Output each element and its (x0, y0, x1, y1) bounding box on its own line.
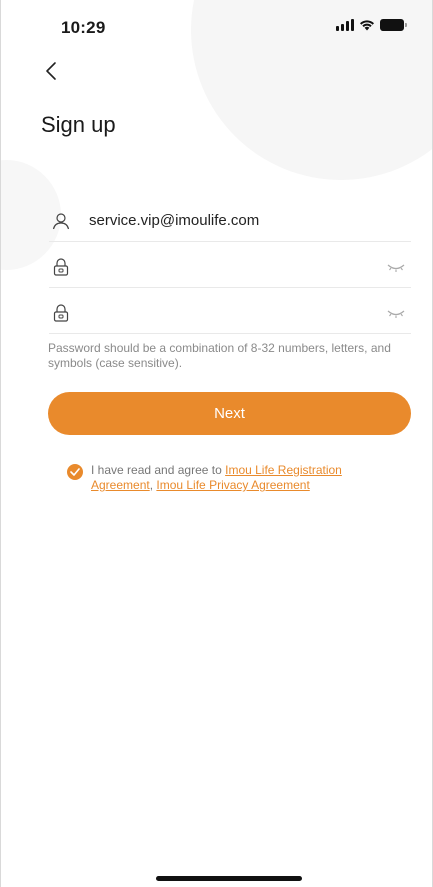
password-hint: Password should be a combination of 8-32… (48, 341, 391, 370)
agreement-prefix: I have read and agree to (91, 463, 226, 477)
lock-icon (51, 257, 71, 277)
checkmark-circle-icon[interactable] (67, 464, 83, 480)
chevron-left-icon[interactable] (41, 58, 63, 84)
status-icons (336, 19, 407, 31)
cellular-signal-icon (336, 19, 354, 31)
battery-icon (380, 19, 407, 31)
eye-closed-icon[interactable] (385, 306, 407, 320)
app-screen: 10:29 Sign up service.vip@imoulife.com P… (0, 0, 433, 887)
privacy-agreement-link[interactable]: Imou Life Privacy Agreement (156, 478, 309, 492)
eye-closed-icon[interactable] (385, 260, 407, 274)
email-input[interactable] (89, 200, 411, 241)
confirm-password-field (49, 292, 411, 334)
home-indicator (156, 876, 302, 881)
email-field (49, 200, 411, 242)
wifi-icon (360, 20, 374, 31)
status-time: 10:29 (61, 18, 106, 37)
agreement-text: I have read and agree to Imou Life Regis… (91, 463, 387, 493)
lock-icon (51, 303, 71, 323)
agreement-row: I have read and agree to Imou Life Regis… (67, 463, 387, 493)
status-bar: 10:29 (1, 0, 432, 50)
page-title: Sign up (41, 112, 116, 137)
password-input[interactable] (89, 246, 385, 287)
next-button[interactable]: Next (48, 392, 411, 435)
user-icon (51, 211, 71, 231)
confirm-password-input[interactable] (89, 292, 385, 333)
password-field (49, 246, 411, 288)
